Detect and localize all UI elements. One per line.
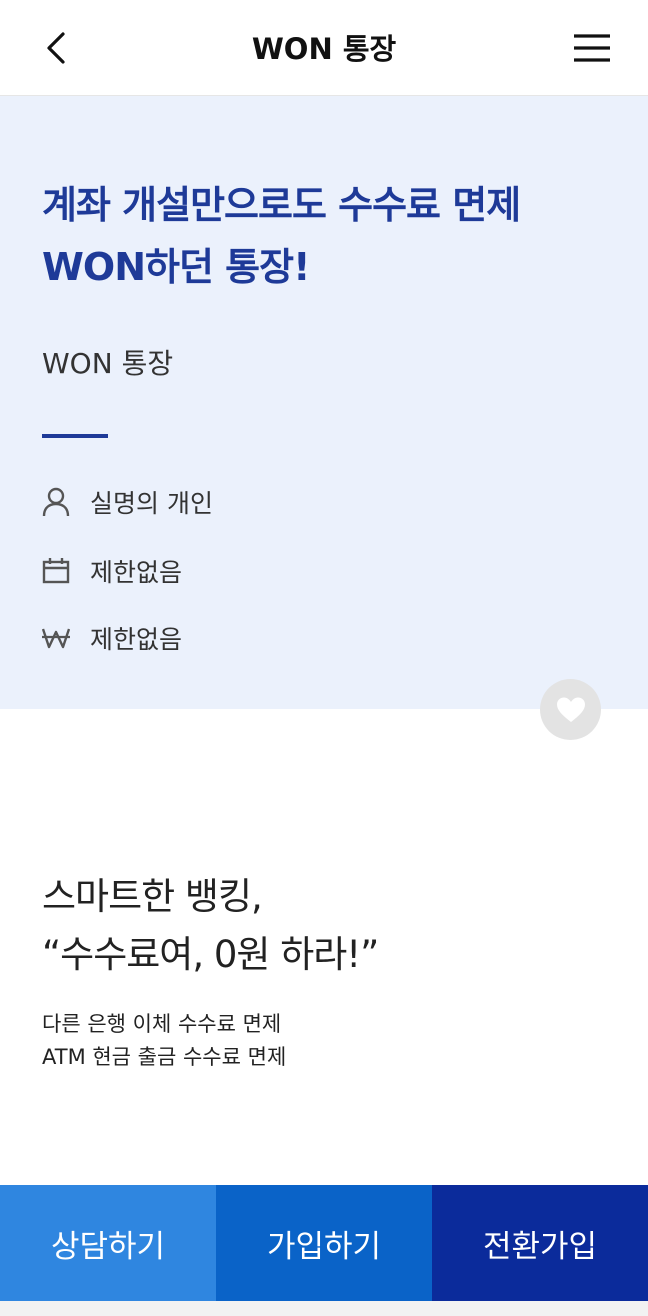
join-button[interactable]: 가입하기 (216, 1185, 432, 1301)
feature-title-line-2: “수수료여, 0원 하라!” (42, 933, 379, 976)
headline-line-2: WON하던 통장! (42, 245, 310, 289)
amount-text: 제한없음 (90, 625, 183, 654)
info-row-eligibility: 실명의 개인 (42, 482, 213, 522)
accent-divider (42, 434, 108, 438)
period-text: 제한없음 (90, 558, 183, 587)
feature-description: 다른 은행 이체 수수료 면제 ATM 현금 출금 수수료 면제 (42, 1008, 622, 1074)
feature-desc-line-2: ATM 현금 출금 수수료 면제 (42, 1045, 287, 1069)
info-row-period: 제한없음 (42, 551, 182, 591)
heart-icon (556, 697, 585, 722)
product-headline: 계좌 개설만으로도 수수료 면제 WON하던 통장! (42, 174, 622, 298)
eligibility-text: 실명의 개인 (90, 489, 213, 518)
product-name: WON 통장 (42, 347, 174, 380)
switch-join-button[interactable]: 전환가입 (432, 1185, 648, 1301)
product-hero: 계좌 개설만으로도 수수료 면제 WON하던 통장! WON 통장 실명의 개인 (0, 96, 648, 709)
top-app-bar: WON 통장 (0, 0, 648, 96)
info-row-amount: 제한없음 (42, 618, 182, 658)
feature-title-line-1: 스마트한 뱅킹, (42, 875, 263, 918)
action-bar: 상담하기 가입하기 전환가입 (0, 1185, 648, 1301)
favorite-button[interactable] (540, 679, 601, 740)
hamburger-menu-icon (574, 34, 610, 62)
feature-title: 스마트한 뱅킹, “수수료여, 0원 하라!” (42, 868, 622, 984)
bottom-strip (0, 1301, 648, 1316)
calendar-icon (42, 557, 70, 585)
menu-button[interactable] (566, 26, 618, 70)
consult-button[interactable]: 상담하기 (0, 1185, 216, 1301)
person-icon (42, 487, 70, 517)
headline-line-1: 계좌 개설만으로도 수수료 면제 (42, 183, 521, 227)
feature-desc-line-1: 다른 은행 이체 수수료 면제 (42, 1012, 282, 1036)
page-title: WON 통장 (251, 32, 397, 66)
page: WON 통장 계좌 개설만으로도 수수료 면제 WON하던 통장! WON 통장… (0, 0, 648, 1316)
won-currency-icon (42, 624, 70, 652)
